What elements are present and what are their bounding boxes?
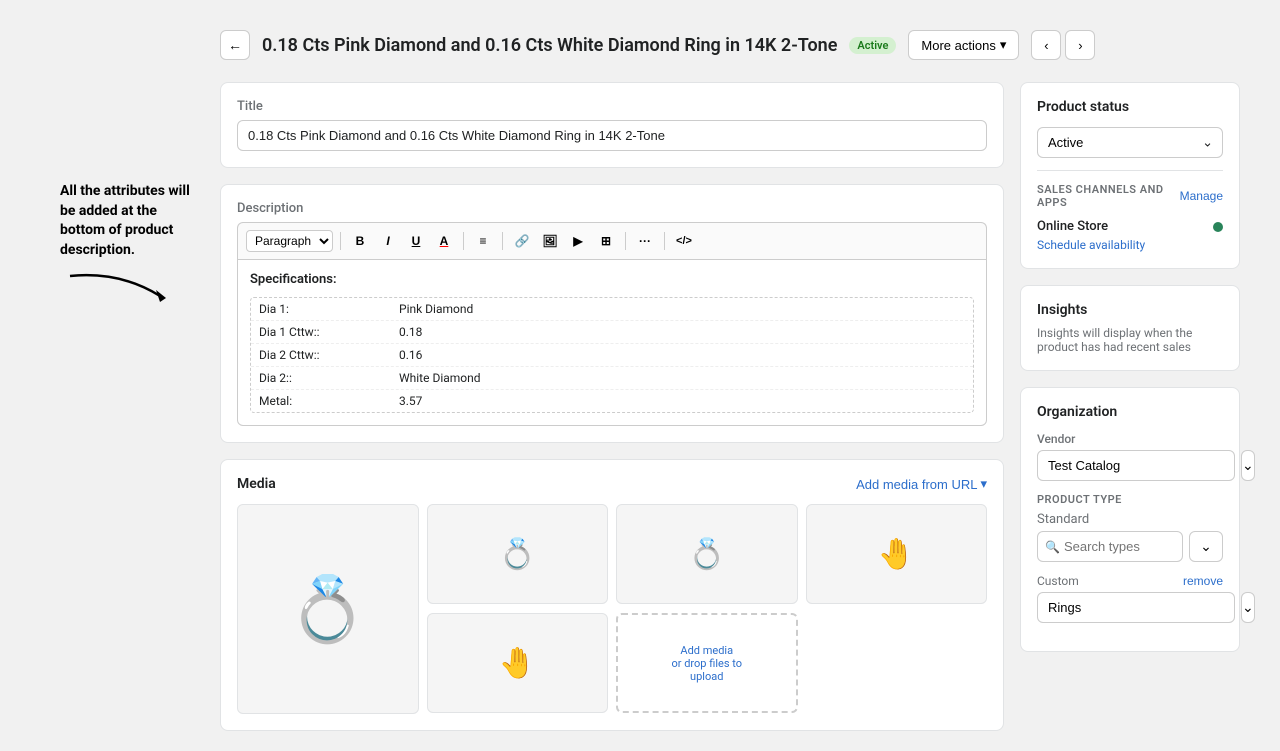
sales-channels-row: SALES CHANNELS AND APPS Manage (1037, 183, 1223, 209)
description-editor[interactable]: Specifications: Dia 1: Pink Diamond Dia … (237, 259, 987, 426)
online-store-label: Online Store (1037, 219, 1108, 234)
media-thumb-3[interactable]: 💍 (616, 504, 798, 604)
title-input[interactable] (237, 120, 987, 151)
source-button[interactable]: </> (672, 229, 696, 253)
italic-button[interactable]: I (376, 229, 400, 253)
more-actions-button[interactable]: More actions ▾ (908, 30, 1019, 60)
description-card: Description Paragraph B I U A ≡ 🔗 🖼 ▶ (220, 184, 1004, 443)
schedule-availability-link[interactable]: Schedule availability (1037, 238, 1223, 252)
vendor-sort-button[interactable]: ⌄ (1241, 450, 1255, 481)
status-select-wrapper: Active Draft Archived (1037, 127, 1223, 158)
ring-main-icon: 💍 (288, 572, 368, 647)
custom-label: Custom (1037, 574, 1079, 588)
search-icon: 🔍 (1045, 540, 1060, 554)
add-media-url-button[interactable]: Add media from URL ▾ (856, 476, 987, 492)
online-indicator (1213, 222, 1223, 232)
title-label: Title (237, 99, 987, 114)
table-row: Dia 2:: White Diamond (251, 367, 973, 390)
media-thumb-4[interactable]: 🤚 (806, 504, 988, 604)
vendor-field: Vendor ⌄ (1037, 432, 1223, 481)
type-sort-button[interactable]: ⌄ (1189, 531, 1223, 562)
vendor-label: Vendor (1037, 432, 1223, 446)
back-button[interactable]: ← (220, 30, 250, 60)
media-thumb-2[interactable]: 💍 (427, 504, 609, 604)
media-main-image[interactable]: 💍 (237, 504, 419, 714)
align-button[interactable]: ≡ (471, 229, 495, 253)
custom-input-row: ⌄ (1037, 592, 1223, 623)
add-media-label: Add mediaor drop files toupload (671, 644, 742, 683)
product-status-card: Product status Active Draft Archived SAL… (1020, 82, 1240, 269)
image-button[interactable]: 🖼 (538, 229, 562, 253)
status-badge: Active (849, 37, 896, 54)
bold-button[interactable]: B (348, 229, 372, 253)
media-card: Media Add media from URL ▾ 💍 (220, 459, 1004, 731)
table-row: Metal: 3.57 (251, 390, 973, 412)
insights-description: Insights will display when the product h… (1037, 326, 1223, 354)
manage-button[interactable]: Manage (1180, 189, 1223, 203)
table-row: Dia 1: Pink Diamond (251, 298, 973, 321)
media-grid: 💍 💍 💍 🤚 🤚 (237, 504, 987, 714)
description-label: Description (237, 201, 987, 216)
product-type-field: PRODUCT TYPE Standard 🔍 ⌄ Custom remove (1037, 493, 1223, 623)
media-label: Media (237, 476, 276, 492)
media-upload-slot[interactable]: Add mediaor drop files toupload (616, 613, 798, 713)
custom-sort-button[interactable]: ⌄ (1241, 592, 1255, 623)
search-wrap: 🔍 (1037, 531, 1183, 562)
online-store-row: Online Store (1037, 219, 1223, 234)
table-row: Dia 1 Cttw:: 0.18 (251, 321, 973, 344)
product-status-label: Product status (1037, 99, 1223, 115)
remove-custom-button[interactable]: remove (1183, 574, 1223, 588)
organization-title: Organization (1037, 404, 1223, 420)
product-header: 0.18 Cts Pink Diamond and 0.16 Cts White… (262, 35, 896, 56)
annotation-arrow (60, 266, 200, 310)
editor-toolbar: Paragraph B I U A ≡ 🔗 🖼 ▶ ⊞ ··· (237, 222, 987, 259)
chevron-down-icon: ▾ (1000, 37, 1007, 53)
hand-icon-2: 🤚 (499, 646, 536, 681)
vendor-input[interactable] (1037, 450, 1235, 481)
vendor-row: ⌄ (1037, 450, 1223, 481)
specs-title: Specifications: (250, 272, 974, 287)
link-button[interactable]: 🔗 (510, 229, 534, 253)
underline-button[interactable]: U (404, 229, 428, 253)
font-color-button[interactable]: A (432, 229, 456, 253)
product-type-label: PRODUCT TYPE (1037, 493, 1223, 506)
nav-arrows: ‹ › (1031, 30, 1095, 60)
insights-title: Insights (1037, 302, 1223, 318)
product-title-heading: 0.18 Cts Pink Diamond and 0.16 Cts White… (262, 35, 837, 56)
ring-icon-3: 💍 (688, 537, 725, 572)
next-product-button[interactable]: › (1065, 30, 1095, 60)
chevron-down-icon: ▾ (980, 476, 987, 492)
back-icon: ← (228, 37, 242, 53)
sales-channels-title: SALES CHANNELS AND APPS (1037, 183, 1180, 209)
video-button[interactable]: ▶ (566, 229, 590, 253)
media-thumb-5[interactable]: 🤚 (427, 613, 609, 713)
prev-product-button[interactable]: ‹ (1031, 30, 1061, 60)
custom-type-input[interactable] (1037, 592, 1235, 623)
annotation: All the attributes will be added at the … (0, 182, 200, 310)
title-card: Title (220, 82, 1004, 168)
type-search-row: 🔍 ⌄ (1037, 531, 1223, 562)
table-row: Dia 2 Cttw:: 0.16 (251, 344, 973, 367)
table-button[interactable]: ⊞ (594, 229, 618, 253)
standard-type-row: Standard (1037, 512, 1223, 527)
insights-card: Insights Insights will display when the … (1020, 285, 1240, 371)
ring-icon-2: 💍 (499, 537, 536, 572)
status-select[interactable]: Active Draft Archived (1037, 127, 1223, 158)
organization-card: Organization Vendor ⌄ PRODUCT TYPE Stand… (1020, 387, 1240, 652)
hand-icon: 🤚 (878, 537, 915, 572)
more-formats-button[interactable]: ··· (633, 229, 657, 253)
standard-label: Standard (1037, 512, 1089, 527)
specs-table: Dia 1: Pink Diamond Dia 1 Cttw:: 0.18 Di… (250, 297, 974, 413)
custom-row: Custom remove (1037, 574, 1223, 588)
paragraph-select[interactable]: Paragraph (246, 230, 333, 252)
media-header: Media Add media from URL ▾ (237, 476, 987, 492)
